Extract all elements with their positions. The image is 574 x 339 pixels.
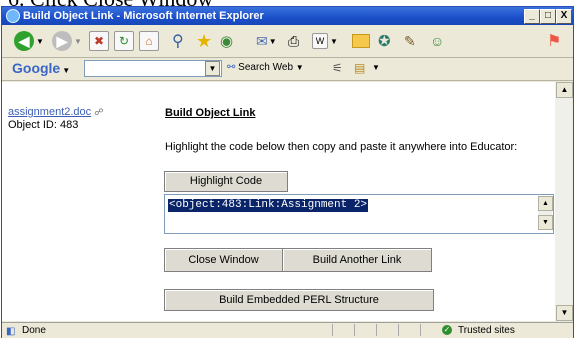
google-logo-text: Google <box>12 60 61 76</box>
discuss-button[interactable]: ✎ <box>404 30 416 52</box>
search-web-dropdown-icon: ▼ <box>295 63 304 72</box>
google-toolbar: Google ▼ ▼ ⚯ Search Web ▼ ⚟ ▤ ▼ <box>2 58 573 81</box>
google-search-input[interactable] <box>84 60 222 77</box>
search-web-label: Search Web <box>238 62 294 73</box>
build-embedded-perl-button[interactable]: Build Embedded PERL Structure <box>164 289 434 311</box>
search-button[interactable]: ⚲ <box>172 30 184 52</box>
favorites-button[interactable]: ★ <box>196 30 212 52</box>
discuss-icon: ✎ <box>404 32 416 49</box>
google-search-dropdown[interactable]: ▼ <box>205 61 220 76</box>
browser-window: Build Object Link - Microsoft Internet E… <box>1 6 574 338</box>
media-button[interactable]: ◉ <box>220 30 233 52</box>
page-options-icon[interactable]: ▤ <box>354 61 365 75</box>
code-textarea[interactable]: <object:483:Link:Assignment 2> ▲ ▼ <box>164 194 554 234</box>
back-button[interactable]: ◀ ▼ <box>14 30 44 52</box>
attachment-icon: ☍ <box>94 107 104 117</box>
page-scrollbar[interactable]: ▲ ▼ <box>555 82 573 321</box>
back-arrow-icon: ◀ <box>14 31 34 51</box>
highlight-icon[interactable]: ⚟ <box>332 61 343 75</box>
maximize-button[interactable]: □ <box>540 9 556 24</box>
home-button[interactable]: ⌂ <box>139 30 159 52</box>
forward-arrow-icon: ▶ <box>52 31 72 51</box>
binoculars-icon: ⚯ <box>227 62 236 73</box>
file-link-label: assignment2.doc <box>8 106 92 118</box>
stop-icon: ✖ <box>89 31 109 51</box>
object-id: Object ID: 483 <box>8 119 79 131</box>
security-zone: Trusted sites <box>458 325 515 336</box>
stop-button[interactable]: ✖ <box>89 30 109 52</box>
word-icon: W <box>312 33 328 49</box>
star-icon: ★ <box>196 30 213 51</box>
google-logo[interactable]: Google ▼ <box>12 60 70 76</box>
status-segment <box>332 324 347 336</box>
home-icon: ⌂ <box>139 31 159 51</box>
messenger-button[interactable]: ☺ <box>430 30 444 52</box>
highlight-code-button[interactable]: Highlight Code <box>164 171 288 192</box>
toolbar: ◀ ▼ ▶ ▼ ✖ ↻ ⌂ ⚲ ★ ◉ ✉ ▼ ⎙ W ▼ ✪ ✎ ☺ ⚑ <box>2 26 573 58</box>
code-scroll-down-icon[interactable]: ▼ <box>538 215 553 230</box>
check-icon: ✓ <box>442 325 452 335</box>
status-segment <box>376 324 391 336</box>
status-segment <box>420 324 435 336</box>
instruction-text: Highlight the code below then copy and p… <box>165 141 518 153</box>
status-bar: ◧ Done ✓ Trusted sites <box>2 322 573 338</box>
printer-icon: ⎙ <box>288 32 300 49</box>
edit-dropdown-icon: ▼ <box>330 36 338 46</box>
code-text: <object:483:Link:Assignment 2> <box>168 199 369 212</box>
title-bar: Build Object Link - Microsoft Internet E… <box>2 7 573 25</box>
ie-icon <box>6 9 20 23</box>
status-text: Done <box>22 325 46 336</box>
minimize-button[interactable]: _ <box>524 9 540 24</box>
code-scroll-up-icon[interactable]: ▲ <box>538 196 553 211</box>
mail-dropdown-icon: ▼ <box>268 36 277 46</box>
status-segment <box>398 324 413 336</box>
close-window-button[interactable]: Close Window <box>164 248 283 272</box>
window-title: Build Object Link - Microsoft Internet E… <box>23 10 264 22</box>
back-dropdown-icon: ▼ <box>36 36 44 46</box>
mail-icon: ✉ <box>256 32 268 49</box>
research-icon: ✪ <box>378 33 391 50</box>
search-web-button[interactable]: ⚯ Search Web ▼ <box>227 62 304 73</box>
google-dropdown-icon: ▼ <box>62 66 71 75</box>
forward-dropdown-icon: ▼ <box>74 36 82 46</box>
page-content: assignment2.doc ☍ Object ID: 483 Build O… <box>2 82 555 321</box>
folder-icon <box>352 34 370 48</box>
refresh-button[interactable]: ↻ <box>114 30 134 52</box>
research-button[interactable]: ✪ <box>378 30 391 52</box>
media-icon: ◉ <box>220 33 234 50</box>
refresh-icon: ↻ <box>114 31 134 51</box>
build-another-link-button[interactable]: Build Another Link <box>282 248 432 272</box>
scroll-up-icon[interactable]: ▲ <box>556 82 573 98</box>
print-button[interactable]: ⎙ <box>288 30 299 52</box>
close-window-control[interactable]: X <box>556 9 572 24</box>
page-options-dropdown-icon[interactable]: ▼ <box>372 63 380 72</box>
messenger-icon: ☺ <box>430 33 445 49</box>
windows-logo-icon: ⚑ <box>547 33 562 50</box>
folder-button[interactable] <box>352 30 370 52</box>
search-icon: ⚲ <box>172 33 184 50</box>
file-link[interactable]: assignment2.doc ☍ <box>8 106 103 118</box>
status-segment <box>354 324 369 336</box>
code-scrollbar[interactable]: ▲ ▼ <box>538 196 553 230</box>
windows-logo-button: ⚑ <box>547 30 561 52</box>
forward-button[interactable]: ▶ ▼ <box>52 30 82 52</box>
page-heading: Build Object Link <box>165 107 256 119</box>
scroll-down-icon[interactable]: ▼ <box>556 305 573 321</box>
edit-button[interactable]: W ▼ <box>312 30 338 52</box>
mail-button[interactable]: ✉ ▼ <box>256 30 277 52</box>
